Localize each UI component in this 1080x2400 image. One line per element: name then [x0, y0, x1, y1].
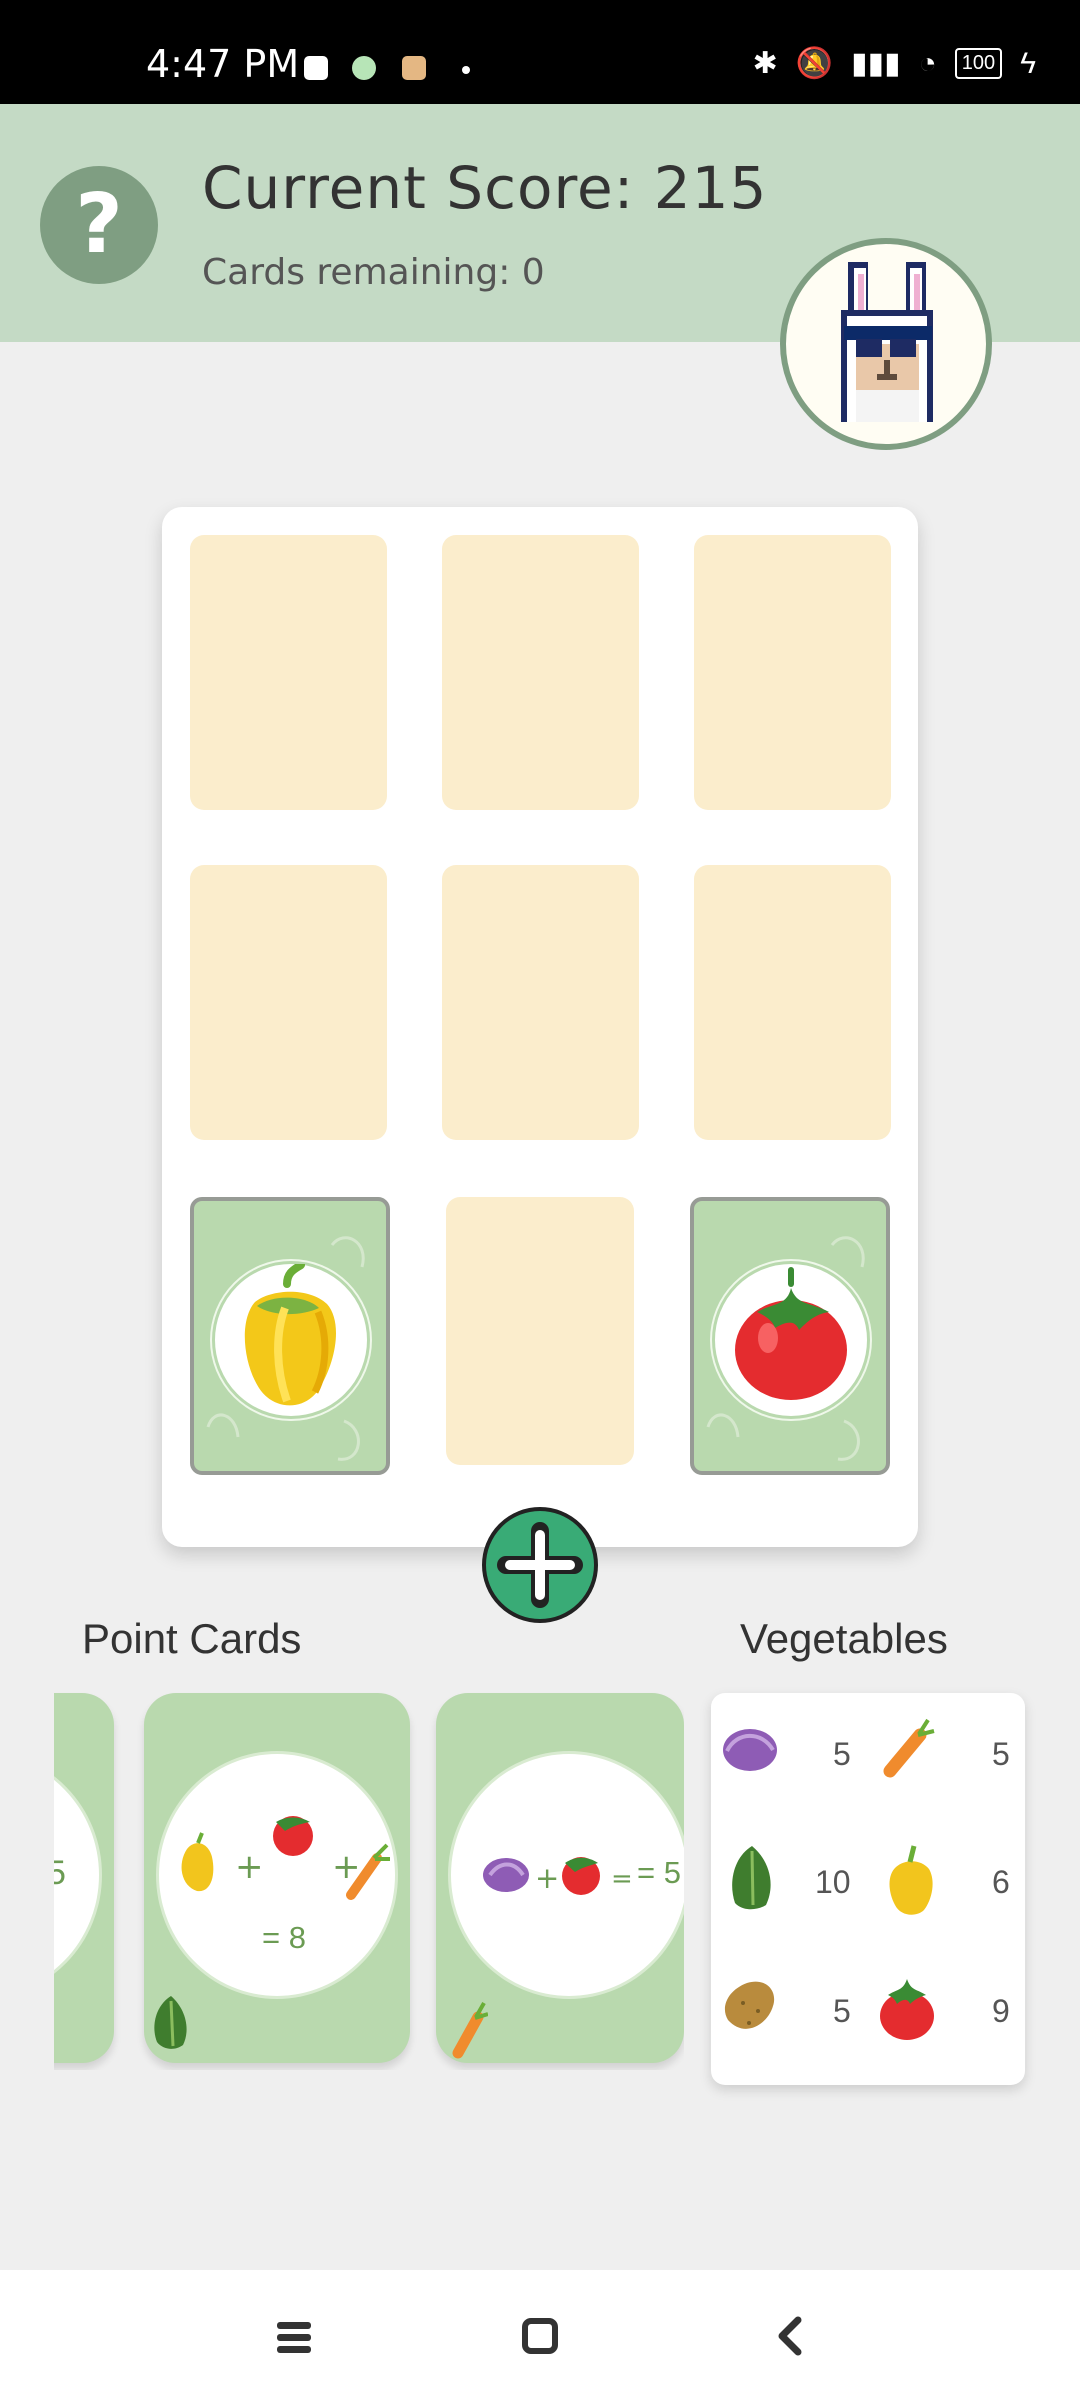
- lettuce-icon: [154, 1996, 187, 2049]
- status-icons: ✱ 🔕 ▮▮▮ ◔ 100 ϟ: [753, 46, 1036, 81]
- android-navigation-bar: [0, 2270, 1080, 2400]
- question-mark-icon: ?: [75, 177, 123, 272]
- potato-icon: [724, 1981, 775, 2029]
- card-slot[interactable]: [442, 865, 639, 1140]
- yellow-pepper-icon: [889, 1845, 933, 1915]
- back-button[interactable]: [767, 2312, 815, 2360]
- vegetable-value: 9: [992, 1993, 1010, 2029]
- point-cards-carousel[interactable]: 5 + + = 8 + = = 5: [54, 1690, 684, 2070]
- point-card-circle: + + = 8: [156, 1751, 398, 1999]
- notification-icon: [304, 56, 328, 80]
- current-score: Current Score: 215: [202, 154, 768, 222]
- pepper-tomato-carrot-formula-icons: + +: [181, 1816, 390, 1900]
- card-slot[interactable]: [442, 535, 639, 810]
- status-time: 4:47 PM: [146, 42, 300, 86]
- wifi-icon: ◔: [918, 46, 937, 80]
- status-bar: 4:47 PM ✱ 🔕 ▮▮▮ ◔ 100 ϟ: [0, 0, 1080, 104]
- app-notification-icon: [352, 56, 376, 80]
- carrot-icon: [452, 2002, 488, 2059]
- point-card[interactable]: 5: [54, 1693, 114, 2063]
- vegetable-value: 5: [833, 1993, 851, 2029]
- card-circle: [712, 1261, 870, 1419]
- yellow-pepper-card[interactable]: [190, 1197, 390, 1475]
- package-notification-icon: [402, 56, 426, 80]
- point-card[interactable]: + = = 5: [436, 1693, 684, 2063]
- card-slot[interactable]: [446, 1197, 634, 1465]
- vegetable-value: 6: [992, 1864, 1010, 1900]
- menu-icon: [277, 2322, 311, 2353]
- point-card-value: = 5: [637, 1855, 681, 1890]
- card-circle: [212, 1261, 370, 1419]
- svg-text:=: =: [611, 1864, 633, 1894]
- card-slot[interactable]: [190, 535, 387, 810]
- point-card-value: 5: [54, 1854, 66, 1892]
- tomato-icon: [735, 1267, 847, 1400]
- vegetable-value: 10: [815, 1864, 851, 1900]
- tomato-card[interactable]: [690, 1197, 890, 1475]
- signal-icon: ▮▮▮: [851, 47, 901, 80]
- more-notifications-dot: [462, 66, 470, 74]
- svg-text:+: +: [235, 1847, 264, 1887]
- bluetooth-icon: ✱: [752, 47, 778, 80]
- point-card-circle: + = = 5: [448, 1751, 684, 1999]
- card-slot[interactable]: [694, 535, 891, 810]
- add-card-button[interactable]: [482, 1507, 598, 1623]
- charging-icon: ϟ: [1020, 46, 1036, 80]
- back-arrow-icon: [778, 2316, 802, 2356]
- tomato-icon: [880, 1979, 934, 2040]
- square-home-icon: [522, 2318, 558, 2354]
- vegetable-value: 5: [833, 1736, 851, 1772]
- lettuce-icon: [732, 1846, 771, 1910]
- vegetables-title: Vegetables: [740, 1615, 948, 1662]
- card-slot[interactable]: [190, 865, 387, 1140]
- svg-text:+: +: [535, 1861, 559, 1895]
- vegetable-values: 5 5 10 6 5 9: [711, 1693, 1025, 2085]
- svg-text:?: ?: [75, 177, 123, 272]
- cards-remaining: Cards remaining: 0: [202, 252, 545, 293]
- muted-bell-icon: 🔕: [795, 47, 834, 80]
- player-avatar[interactable]: [780, 238, 992, 450]
- game-board: [162, 507, 918, 1547]
- point-cards-title: Point Cards: [82, 1615, 302, 1662]
- point-card-formula: = 8: [262, 1920, 306, 1955]
- battery-icon: 100: [954, 48, 1003, 79]
- red-cabbage-icon: [723, 1729, 777, 1771]
- recent-apps-button[interactable]: [269, 2312, 317, 2360]
- yellow-pepper-icon: [244, 1261, 336, 1406]
- llama-sunglasses-avatar-icon: [841, 262, 933, 422]
- plus-icon: [497, 1522, 583, 1608]
- vegetable-value: 5: [992, 1736, 1010, 1772]
- carrot-icon: [883, 1718, 935, 1778]
- point-card[interactable]: + + = 8: [144, 1693, 410, 2063]
- home-button[interactable]: [516, 2312, 564, 2360]
- card-slot[interactable]: [694, 865, 891, 1140]
- help-button[interactable]: ?: [40, 166, 158, 284]
